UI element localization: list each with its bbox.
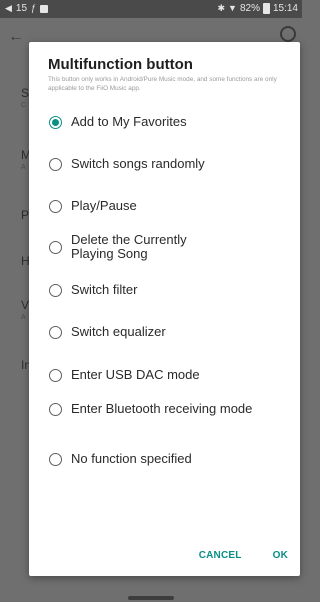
radio-button[interactable] bbox=[49, 157, 62, 171]
radio-button[interactable] bbox=[49, 452, 62, 466]
radio-button[interactable] bbox=[49, 240, 62, 254]
bluetooth-icon: ✱ bbox=[217, 3, 226, 13]
dialog-actions: CANCEL OK bbox=[199, 550, 288, 561]
volume-icon: ◀ bbox=[5, 3, 12, 13]
battery-icon bbox=[262, 3, 270, 14]
option-switch-equalizer[interactable]: Switch equalizer bbox=[49, 325, 294, 339]
bg-row-letter: S bbox=[21, 86, 30, 100]
radio-button[interactable] bbox=[49, 199, 62, 213]
option-switch-songs-randomly[interactable]: Switch songs randomly bbox=[49, 157, 294, 171]
status-bar: ◀ 15 ƒ ✱ ▼ 82% 15:14 bbox=[0, 0, 302, 18]
dialog-title: Multifunction button bbox=[48, 56, 193, 73]
battery-percent: 82% bbox=[239, 3, 260, 14]
bg-row-letter: P bbox=[21, 208, 30, 222]
option-label: Switch songs randomly bbox=[71, 156, 205, 171]
option-label: No function specified bbox=[71, 451, 192, 466]
option-switch-filter[interactable]: Switch filter bbox=[49, 283, 294, 297]
radio-button[interactable] bbox=[49, 402, 62, 416]
radio-button-selected[interactable] bbox=[49, 115, 62, 129]
option-label: Play/Pause bbox=[71, 198, 137, 213]
option-label: Enter Bluetooth receiving mode bbox=[71, 401, 253, 416]
bg-row-sub: A bbox=[21, 164, 26, 171]
radio-button[interactable] bbox=[49, 283, 62, 297]
clock: 15:14 bbox=[272, 3, 298, 14]
bg-row-letter: V bbox=[21, 298, 30, 312]
search-icon bbox=[280, 26, 296, 42]
option-add-to-favorites[interactable]: Add to My Favorites bbox=[49, 115, 294, 129]
option-bluetooth-receiving-mode[interactable]: Enter Bluetooth receiving mode bbox=[49, 402, 294, 416]
option-label: Delete the Currently Playing Song bbox=[71, 232, 187, 261]
dialog-description: This button only works in Android/Pure M… bbox=[48, 76, 277, 92]
option-no-function[interactable]: No function specified bbox=[49, 452, 294, 466]
radio-button[interactable] bbox=[49, 368, 62, 382]
bg-row-sub: C bbox=[21, 102, 27, 109]
home-gesture-bar[interactable] bbox=[128, 596, 174, 600]
option-usb-dac-mode[interactable]: Enter USB DAC mode bbox=[49, 368, 294, 382]
gallery-icon bbox=[40, 4, 49, 13]
notification-icon: ƒ bbox=[31, 3, 37, 13]
radio-button[interactable] bbox=[49, 325, 62, 339]
ok-button[interactable]: OK bbox=[273, 550, 288, 561]
status-volume-level: 15 bbox=[15, 3, 28, 14]
option-delete-current-song[interactable]: Delete the Currently Playing Song bbox=[49, 233, 294, 261]
cancel-button[interactable]: CANCEL bbox=[199, 550, 242, 561]
multifunction-button-dialog: Multifunction button This button only wo… bbox=[29, 42, 300, 576]
bg-row-sub: A bbox=[21, 314, 26, 321]
status-right: ✱ ▼ 82% 15:14 bbox=[217, 3, 298, 14]
option-label: Enter USB DAC mode bbox=[71, 367, 200, 382]
option-label: Add to My Favorites bbox=[71, 114, 187, 129]
signal-icon: ▼ bbox=[228, 3, 237, 13]
back-arrow-icon: ← bbox=[8, 28, 24, 45]
option-play-pause[interactable]: Play/Pause bbox=[49, 199, 294, 213]
status-left: ◀ 15 ƒ bbox=[5, 3, 49, 14]
option-label: Switch equalizer bbox=[71, 324, 166, 339]
option-label: Switch filter bbox=[71, 282, 138, 297]
